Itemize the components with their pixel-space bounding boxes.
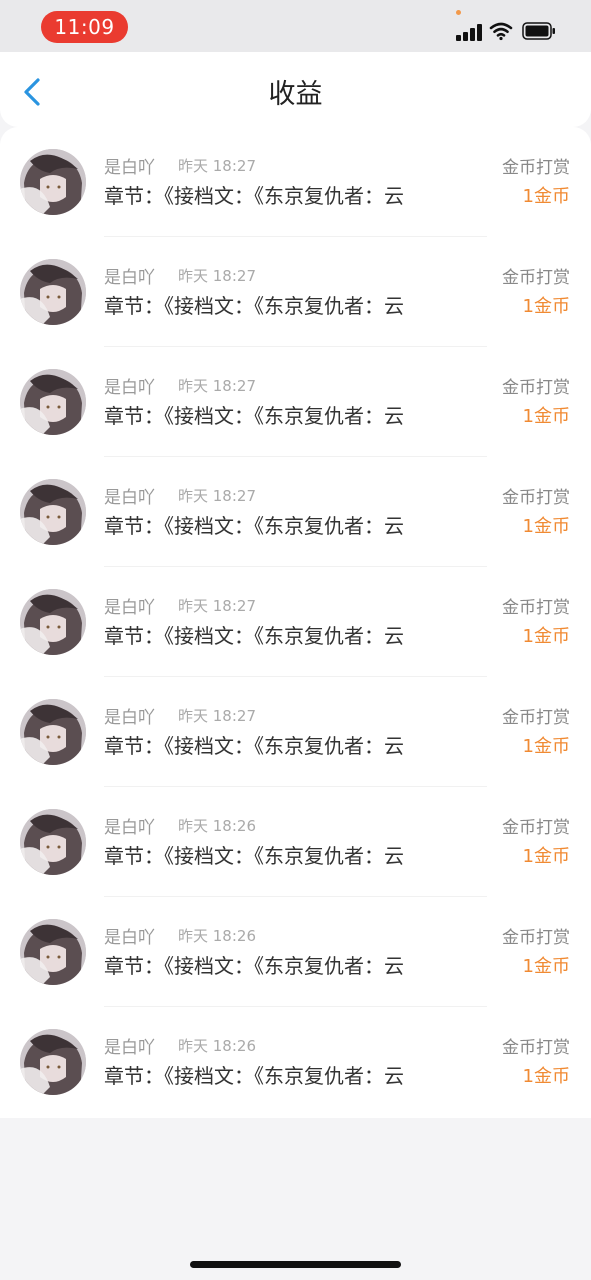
reward-amount: 1金币	[522, 626, 570, 647]
list-item[interactable]: 是白吖 昨天 18:27 金币打赏 章节：《接档文：《东京复仇者：云 1金币	[0, 237, 591, 347]
reward-type: 金币打赏	[502, 158, 570, 178]
reward-type: 金币打赏	[502, 928, 570, 948]
list-item[interactable]: 是白吖 昨天 18:27 金币打赏 章节：《接档文：《东京复仇者：云 1金币	[0, 567, 591, 677]
reward-amount: 1金币	[522, 1066, 570, 1087]
page-title: 收益	[268, 79, 323, 110]
chapter-title: 章节：《接档文：《东京复仇者：云	[104, 1064, 404, 1088]
avatar	[20, 1029, 86, 1095]
reward-time: 昨天 18:27	[178, 597, 256, 615]
reward-time: 昨天 18:27	[178, 487, 256, 505]
reward-time: 昨天 18:27	[178, 157, 256, 175]
reward-type: 金币打赏	[502, 488, 570, 508]
chapter-title: 章节：《接档文：《东京复仇者：云	[104, 514, 404, 538]
cellular-signal-icon	[456, 23, 482, 41]
status-bar: 11:09	[0, 0, 591, 52]
user-name: 是白吖	[104, 598, 155, 618]
chapter-title: 章节：《接档文：《东京复仇者：云	[104, 294, 404, 318]
reward-amount: 1金币	[522, 736, 570, 757]
list-item[interactable]: 是白吖 昨天 18:26 金币打赏 章节：《接档文：《东京复仇者：云 1金币	[0, 787, 591, 897]
privacy-indicator-dot	[456, 10, 461, 15]
reward-type: 金币打赏	[502, 378, 570, 398]
reward-time: 昨天 18:26	[178, 1037, 256, 1055]
list-item[interactable]: 是白吖 昨天 18:26 金币打赏 章节：《接档文：《东京复仇者：云 1金币	[0, 1007, 591, 1117]
avatar	[20, 259, 86, 325]
header-bar: 收益	[0, 52, 591, 127]
user-name: 是白吖	[104, 708, 155, 728]
reward-type: 金币打赏	[502, 708, 570, 728]
back-button[interactable]	[16, 72, 52, 112]
chapter-title: 章节：《接档文：《东京复仇者：云	[104, 954, 404, 978]
chapter-title: 章节：《接档文：《东京复仇者：云	[104, 734, 404, 758]
avatar	[20, 369, 86, 435]
battery-icon	[522, 22, 555, 40]
user-name: 是白吖	[104, 378, 155, 398]
reward-time: 昨天 18:27	[178, 377, 256, 395]
chapter-title: 章节：《接档文：《东京复仇者：云	[104, 624, 404, 648]
user-name: 是白吖	[104, 268, 155, 288]
avatar	[20, 809, 86, 875]
reward-type: 金币打赏	[502, 598, 570, 618]
reward-type: 金币打赏	[502, 268, 570, 288]
user-name: 是白吖	[104, 928, 155, 948]
list-item[interactable]: 是白吖 昨天 18:27 金币打赏 章节：《接档文：《东京复仇者：云 1金币	[0, 347, 591, 457]
chevron-left-icon	[24, 78, 40, 106]
reward-amount: 1金币	[522, 956, 570, 977]
avatar	[20, 149, 86, 215]
list-item[interactable]: 是白吖 昨天 18:27 金币打赏 章节：《接档文：《东京复仇者：云 1金币	[0, 127, 591, 237]
reward-amount: 1金币	[522, 406, 570, 427]
avatar	[20, 589, 86, 655]
reward-amount: 1金币	[522, 186, 570, 207]
reward-time: 昨天 18:26	[178, 927, 256, 945]
chapter-title: 章节：《接档文：《东京复仇者：云	[104, 404, 404, 428]
wifi-icon	[489, 22, 513, 41]
avatar	[20, 699, 86, 765]
home-indicator[interactable]	[190, 1261, 401, 1268]
user-name: 是白吖	[104, 818, 155, 838]
reward-list: 是白吖 昨天 18:27 金币打赏 章节：《接档文：《东京复仇者：云 1金币 是…	[0, 127, 591, 1118]
avatar	[20, 919, 86, 985]
reward-type: 金币打赏	[502, 1038, 570, 1058]
reward-type: 金币打赏	[502, 818, 570, 838]
status-time: 11:09	[41, 11, 128, 43]
user-name: 是白吖	[104, 1038, 155, 1058]
chapter-title: 章节：《接档文：《东京复仇者：云	[104, 844, 404, 868]
reward-time: 昨天 18:27	[178, 267, 256, 285]
list-item[interactable]: 是白吖 昨天 18:26 金币打赏 章节：《接档文：《东京复仇者：云 1金币	[0, 897, 591, 1007]
user-name: 是白吖	[104, 158, 155, 178]
reward-amount: 1金币	[522, 296, 570, 317]
list-item[interactable]: 是白吖 昨天 18:27 金币打赏 章节：《接档文：《东京复仇者：云 1金币	[0, 677, 591, 787]
list-item[interactable]: 是白吖 昨天 18:27 金币打赏 章节：《接档文：《东京复仇者：云 1金币	[0, 457, 591, 567]
reward-amount: 1金币	[522, 516, 570, 537]
chapter-title: 章节：《接档文：《东京复仇者：云	[104, 184, 404, 208]
reward-time: 昨天 18:26	[178, 817, 256, 835]
user-name: 是白吖	[104, 488, 155, 508]
reward-amount: 1金币	[522, 846, 570, 867]
reward-time: 昨天 18:27	[178, 707, 256, 725]
avatar	[20, 479, 86, 545]
